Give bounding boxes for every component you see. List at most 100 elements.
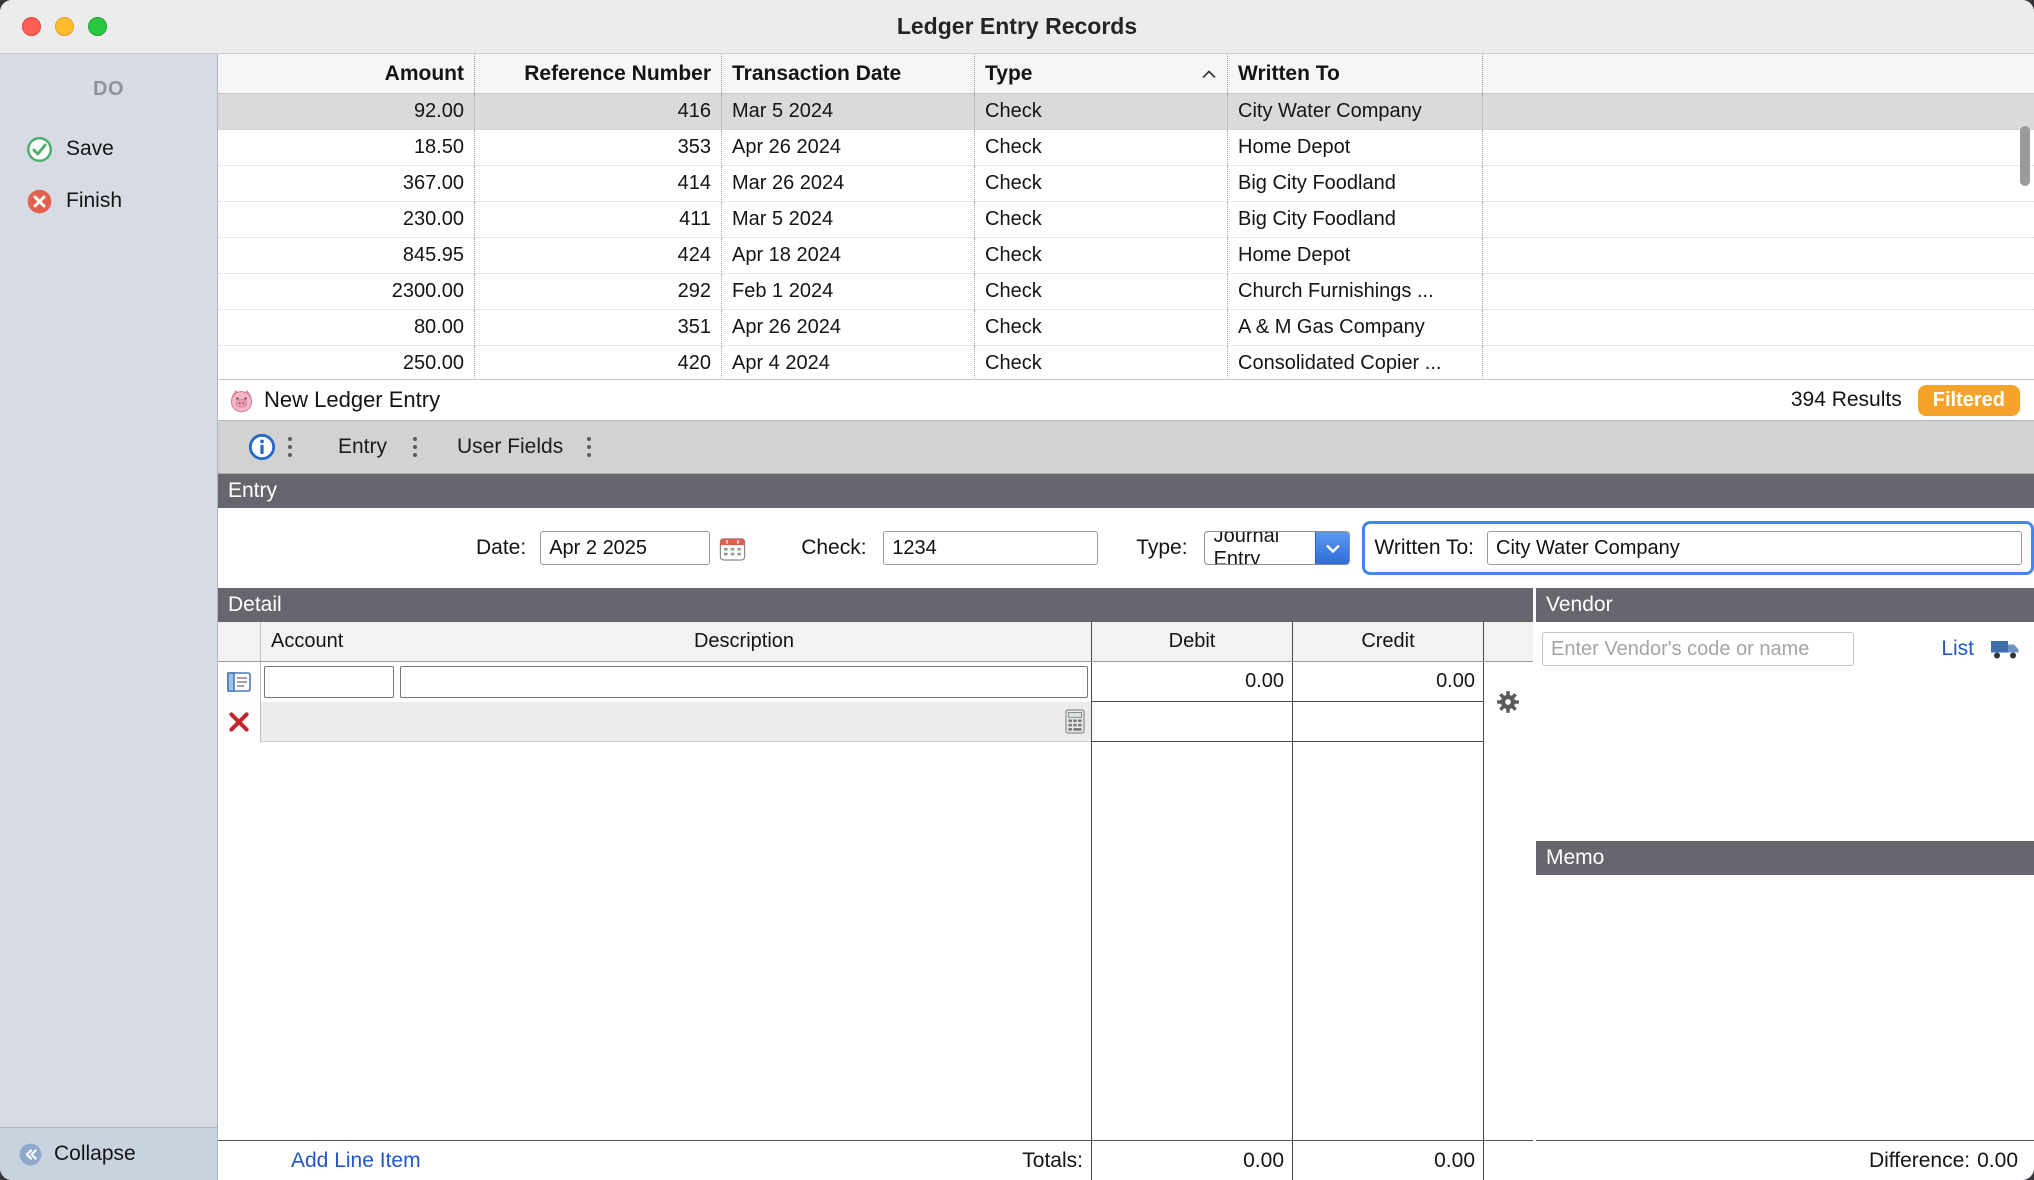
finish-label: Finish — [66, 189, 122, 213]
cell-blank — [1483, 274, 2034, 310]
cell-written-to: City Water Company — [1228, 94, 1483, 130]
cell-blank — [1483, 310, 2034, 346]
vendor-search-input[interactable] — [1542, 632, 1854, 666]
drag-handle-icon[interactable] — [587, 445, 591, 449]
date-input[interactable] — [540, 531, 710, 565]
truck-icon[interactable] — [1990, 638, 2020, 661]
column-header-reference-number[interactable]: Reference Number — [475, 54, 722, 93]
cell-type: Check — [975, 94, 1228, 130]
vertical-scrollbar[interactable] — [2019, 58, 2031, 375]
memo-section-header: Memo — [1536, 841, 2034, 875]
cell-transaction-date: Apr 4 2024 — [722, 346, 975, 380]
close-window-button[interactable] — [22, 17, 41, 36]
type-header-label: Type — [985, 62, 1032, 86]
table-row[interactable]: 250.00 420 Apr 4 2024 Check Consolidated… — [218, 346, 2034, 380]
detail-section-header: Detail — [218, 588, 1533, 622]
zoom-window-button[interactable] — [88, 17, 107, 36]
credit-cell[interactable]: 0.00 — [1292, 662, 1483, 702]
table-row[interactable]: 230.00 411 Mar 5 2024 Check Big City Foo… — [218, 202, 2034, 238]
calculator-icon[interactable] — [1065, 709, 1085, 734]
sidebar-item-save[interactable]: Save — [0, 123, 217, 175]
cell-blank — [1483, 346, 2034, 380]
cell-transaction-date: Apr 26 2024 — [722, 310, 975, 346]
debit-cell[interactable]: 0.00 — [1091, 662, 1292, 702]
tab-user-fields[interactable]: User Fields — [457, 435, 563, 459]
cell-type: Check — [975, 166, 1228, 202]
cell-reference-number: 353 — [475, 130, 722, 166]
cell-amount: 250.00 — [218, 346, 475, 380]
difference-footer: Difference: 0.00 — [1536, 1140, 2034, 1180]
cell-written-to: Home Depot — [1228, 130, 1483, 166]
detail-column-account: Account — [261, 622, 397, 661]
lower-area: Detail Account Description Debit Credit — [218, 588, 2034, 1180]
filtered-badge[interactable]: Filtered — [1918, 385, 2020, 416]
entry-form: Date: Check: Type: — [218, 508, 2034, 588]
type-select[interactable]: Journal Entry — [1204, 531, 1351, 565]
minimize-window-button[interactable] — [55, 17, 74, 36]
written-to-input[interactable] — [1487, 531, 2022, 565]
entry-section-title: Entry — [228, 479, 277, 503]
column-header-transaction-date[interactable]: Transaction Date — [722, 54, 975, 93]
column-header-written-to[interactable]: Written To — [1228, 54, 1483, 93]
account-cell-input[interactable] — [264, 666, 394, 698]
table-row[interactable]: 367.00 414 Mar 26 2024 Check Big City Fo… — [218, 166, 2034, 202]
gear-icon[interactable] — [1495, 689, 1521, 720]
collapse-button[interactable]: Collapse — [0, 1127, 217, 1180]
cell-reference-number: 411 — [475, 202, 722, 238]
records-rows: 92.00 416 Mar 5 2024 Check City Water Co… — [218, 94, 2034, 380]
vendor-list-link[interactable]: List — [1941, 637, 1974, 661]
cell-type: Check — [975, 202, 1228, 238]
cell-amount: 367.00 — [218, 166, 475, 202]
cell-written-to: Consolidated Copier ... — [1228, 346, 1483, 380]
detail-columns-header: Account Description Debit Credit — [218, 622, 1533, 662]
sidebar-item-finish[interactable]: Finish — [0, 175, 217, 227]
add-line-item-link[interactable]: Add Line Item — [291, 1149, 421, 1173]
save-label: Save — [66, 137, 114, 161]
cell-reference-number: 424 — [475, 238, 722, 274]
detail-footer: Add Line Item Totals: 0.00 0.00 — [218, 1140, 1533, 1180]
cell-amount: 845.95 — [218, 238, 475, 274]
drag-handle-icon[interactable] — [288, 445, 292, 449]
cell-transaction-date: Apr 26 2024 — [722, 130, 975, 166]
window-title: Ledger Entry Records — [897, 13, 1137, 40]
delete-line-icon[interactable] — [218, 702, 261, 742]
table-row[interactable]: 845.95 424 Apr 18 2024 Check Home Depot — [218, 238, 2034, 274]
calendar-button[interactable] — [718, 533, 747, 563]
detail-panel: Detail Account Description Debit Credit — [218, 588, 1533, 1180]
table-row[interactable]: 92.00 416 Mar 5 2024 Check City Water Co… — [218, 94, 2034, 130]
drag-handle-icon[interactable] — [413, 445, 417, 449]
column-header-type[interactable]: Type — [975, 54, 1228, 93]
chevron-down-icon — [1315, 531, 1349, 565]
check-input[interactable] — [883, 531, 1098, 565]
info-icon[interactable] — [248, 433, 276, 461]
column-header-amount[interactable]: Amount — [218, 54, 475, 93]
detail-column-credit: Credit — [1292, 622, 1483, 661]
vendor-body: List — [1536, 622, 2034, 841]
tab-entry[interactable]: Entry — [338, 435, 387, 459]
vendor-section-header: Vendor — [1536, 588, 2034, 622]
table-row[interactable]: 80.00 351 Apr 26 2024 Check A & M Gas Co… — [218, 310, 2034, 346]
cell-written-to: Church Furnishings ... — [1228, 274, 1483, 310]
scrollbar-thumb[interactable] — [2020, 126, 2030, 186]
cell-blank — [1483, 130, 2034, 166]
finish-x-icon — [26, 188, 53, 215]
cell-amount: 80.00 — [218, 310, 475, 346]
cell-transaction-date: Mar 5 2024 — [722, 202, 975, 238]
description-cell-input[interactable] — [400, 666, 1088, 698]
cell-amount: 18.50 — [218, 130, 475, 166]
table-row[interactable]: 18.50 353 Apr 26 2024 Check Home Depot — [218, 130, 2034, 166]
check-label: Check: — [801, 536, 865, 560]
vendor-memo-panel: Vendor List — [1536, 588, 2034, 1180]
vendor-section-title: Vendor — [1546, 593, 1613, 617]
difference-value: 0.00 — [1977, 1149, 2018, 1173]
written-to-focus-ring: Written To: — [1362, 521, 2034, 575]
cell-transaction-date: Feb 1 2024 — [722, 274, 975, 310]
memo-textarea[interactable] — [1536, 875, 2034, 1140]
cell-amount: 230.00 — [218, 202, 475, 238]
cell-transaction-date: Mar 5 2024 — [722, 94, 975, 130]
table-row[interactable]: 2300.00 292 Feb 1 2024 Check Church Furn… — [218, 274, 2034, 310]
piggy-bank-icon — [228, 387, 255, 414]
ledger-book-icon[interactable] — [218, 662, 261, 702]
cell-transaction-date: Apr 18 2024 — [722, 238, 975, 274]
sidebar-header: DO — [0, 54, 217, 123]
